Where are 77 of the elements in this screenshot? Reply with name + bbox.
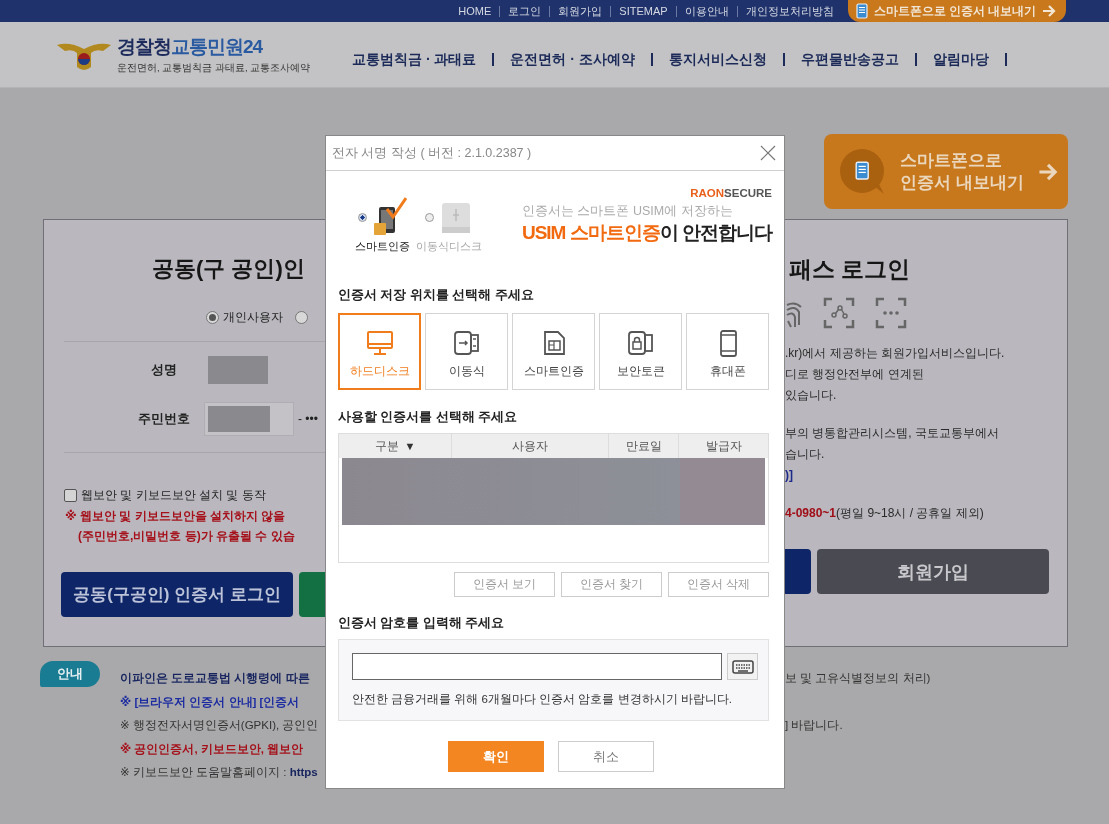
nav-item[interactable]: 알림마당 (932, 53, 1007, 66)
radio-button[interactable] (295, 311, 308, 324)
info-text: 부의 병통합관리시스템, 국토교통부에서 (785, 425, 1000, 442)
top-link[interactable]: 회원가입 (549, 5, 611, 17)
banner-text: 인증서 내보내기 (900, 171, 1025, 194)
column-header[interactable]: 발급자 (679, 434, 768, 458)
password-field[interactable] (352, 653, 723, 680)
notice-text: ※ 행정전자서명인증서(GPKI), 공인인 (120, 718, 320, 733)
section-heading: 인증서 암호를 입력해 주세요 (338, 615, 506, 631)
info-text: 디로 행정안전부에 연계된 (785, 366, 925, 383)
field-label: 성명 (150, 361, 178, 379)
banner-text: 스마트폰으로 (900, 149, 1003, 172)
usb-drive-icon (451, 329, 482, 357)
top-link[interactable]: 개인정보처리방침 (736, 5, 842, 17)
info-text: 있습니다. (785, 387, 838, 404)
top-link[interactable]: 이용안내 (675, 5, 737, 17)
notice-text: ] 바랍니다. (785, 718, 843, 733)
notice-badge: 안내 (40, 661, 100, 687)
field-label: 주민번호 (137, 410, 191, 428)
section-heading: 사용할 인증서를 선택해 주세요 (338, 409, 519, 425)
cancel-button[interactable]: 취소 (557, 741, 654, 772)
keyboard-icon (731, 659, 754, 674)
pattern-scan-icon (875, 297, 907, 329)
nav-item[interactable]: 교통범칙금 · 과태료 (352, 53, 495, 66)
top-link[interactable]: 로그인 (499, 5, 550, 17)
arrow-icon (1038, 162, 1058, 181)
panel-title: 패스 로그인 (788, 255, 912, 284)
warning-text: (주민번호,비밀번호 등)가 유출될 수 있습 (77, 528, 296, 545)
section-heading: 인증서 저장 위치를 선택해 주세요 (338, 287, 535, 303)
media-option[interactable]: 스마트인증 (355, 197, 410, 281)
link-text[interactable]: )] (785, 465, 1067, 486)
checkbox[interactable] (64, 489, 77, 502)
notice-text: 보 및 고유식별정보의 처리) (785, 671, 931, 686)
info-text: 4-0980~1(평일 9~18시 / 공휴일 제외) (785, 505, 985, 522)
warning-text: ※ 웹보안 및 키보드보안을 설치하지 않을 (65, 508, 287, 525)
promo-text: 인증서는 스마트폰 USIM에 저장하는 (521, 203, 733, 220)
signup-button[interactable]: 회원가입 (817, 549, 1049, 594)
checkbox-label: 웹보안 및 키보드보안 설치 및 동작 (81, 487, 266, 504)
nav-item[interactable]: 우편물반송공고 (800, 53, 917, 66)
radio-button[interactable] (424, 212, 434, 222)
brand-logo: RAONSECURE (690, 187, 772, 199)
nav-item[interactable]: 운전면허 · 조사예약 (510, 53, 653, 66)
dialog-title: 전자 서명 작성 ( 버전 : 2.1.0.2387 ) (332, 144, 532, 162)
arrow-icon (1042, 5, 1056, 17)
close-icon (760, 145, 776, 161)
radio-option[interactable]: 개인사용자 (206, 309, 283, 326)
storage-option[interactable]: 휴대폰 (686, 313, 769, 390)
phone-check-icon (371, 197, 407, 237)
notice-text: ※ 키보드보안 도움말홈페이지 : https (120, 765, 319, 780)
masked-digits: - ••• (298, 412, 318, 426)
promo-headline: USIM 스마트인증이 안전합니다 (521, 221, 772, 245)
notice-text: ※ 공인인증서, 키보드보안, 웹보안 (120, 741, 305, 757)
input-field[interactable] (204, 402, 294, 436)
notice-link[interactable]: ※ [브라우저 인증서 안내] [인증서 (120, 690, 325, 714)
site-logo-text: 경찰청교통민원24 (117, 35, 264, 59)
monitor-icon (364, 329, 395, 357)
storage-option[interactable]: 보안토큰 (599, 313, 682, 390)
face-scan-icon (823, 297, 855, 329)
panel-title: 공동(구 공인)인 (151, 255, 306, 283)
lock-token-icon (625, 329, 656, 357)
nav-item[interactable]: 통지서비스신청 (668, 53, 785, 66)
logo-tagline: 운전면허, 교통범칙금 과태료, 교통조사예약 (117, 62, 311, 75)
storage-option[interactable]: 스마트인증 (512, 313, 595, 390)
top-link[interactable]: SITEMAP (610, 5, 676, 17)
info-text: .kr)에서 제공하는 회원가입서비스입니다. (785, 345, 1006, 362)
radio-button[interactable] (358, 212, 367, 222)
info-text: 습니다. (785, 446, 826, 463)
redacted-value (208, 406, 270, 432)
notice-text: 이파인은 도로교통법 시행령에 따른 (120, 671, 311, 686)
hint-text: 안전한 금융거래를 위해 6개월마다 인증서 암호를 변경하시기 바랍니다. (352, 692, 733, 707)
phone-icon (855, 3, 868, 19)
close-button[interactable] (760, 145, 776, 161)
certificate-login-button[interactable]: 공동(구공인) 인증서 로그인 (61, 572, 294, 617)
storage-option[interactable]: 이동식 (425, 313, 508, 390)
virtual-keyboard-button[interactable] (727, 653, 758, 680)
top-link[interactable]: HOME (450, 5, 500, 17)
redacted-field[interactable] (208, 356, 268, 384)
